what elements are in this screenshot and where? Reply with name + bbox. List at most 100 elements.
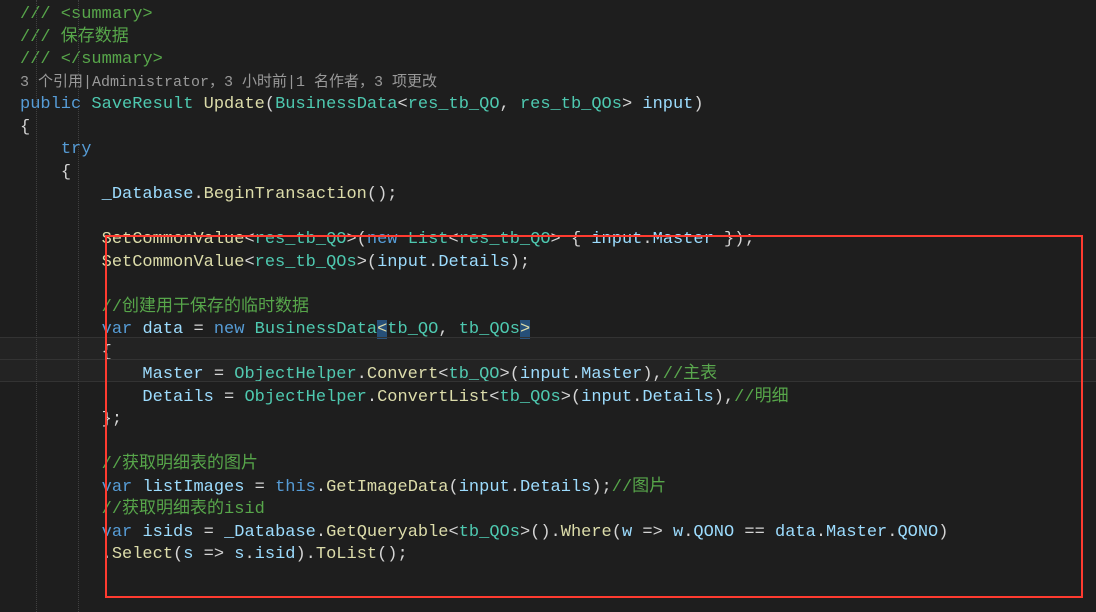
code-token: . <box>816 523 826 542</box>
code-line[interactable]: public SaveResult Update(BusinessData<re… <box>20 94 1096 117</box>
code-token <box>204 365 214 384</box>
code-token: }); <box>714 230 755 249</box>
code-token: _Database <box>224 523 316 542</box>
code-line[interactable]: _Database.BeginTransaction(); <box>20 184 1096 207</box>
code-line[interactable]: Details = ObjectHelper.ConvertList<tb_QO… <box>20 387 1096 410</box>
code-token: //明细 <box>734 388 788 407</box>
code-token: isid <box>255 545 296 564</box>
code-token: . <box>102 545 112 564</box>
code-token: , <box>438 320 458 339</box>
code-token: { <box>61 163 71 182</box>
code-line[interactable]: { <box>20 342 1096 365</box>
code-line[interactable]: }; <box>20 409 1096 432</box>
code-token: Details <box>520 478 591 497</box>
code-line[interactable]: { <box>20 117 1096 140</box>
code-token: >( <box>346 230 366 249</box>
code-line[interactable] <box>20 274 1096 297</box>
code-token: < <box>377 320 387 339</box>
code-token: Select <box>112 545 173 564</box>
code-token: BeginTransaction <box>204 185 367 204</box>
code-token: res_tb_QO <box>255 230 347 249</box>
code-token: < <box>244 253 254 272</box>
code-token <box>20 523 102 542</box>
code-token <box>132 523 142 542</box>
code-token: input <box>591 230 642 249</box>
code-line[interactable]: //获取明细表的isid <box>20 499 1096 522</box>
code-token <box>224 365 234 384</box>
code-token <box>265 478 275 497</box>
code-token: w <box>673 523 683 542</box>
code-line[interactable] <box>20 207 1096 230</box>
code-line[interactable]: //创建用于保存的临时数据 <box>20 297 1096 320</box>
code-line[interactable]: .Select(s => s.isid).ToList(); <box>20 544 1096 567</box>
code-token: . <box>571 365 581 384</box>
code-token <box>193 523 203 542</box>
code-token: ); <box>510 253 530 272</box>
code-token: SetCommonValue <box>102 253 245 272</box>
code-token: = <box>224 388 234 407</box>
code-token <box>193 95 203 114</box>
code-token: => <box>204 545 224 564</box>
code-token: var <box>102 478 133 497</box>
code-token: . <box>428 253 438 272</box>
code-token: < <box>449 523 459 542</box>
code-token: //图片 <box>612 478 666 497</box>
code-token: ConvertList <box>377 388 489 407</box>
code-line[interactable]: /// </summary> <box>20 49 1096 72</box>
code-line[interactable] <box>20 432 1096 455</box>
code-token <box>81 95 91 114</box>
code-token: public <box>20 95 81 114</box>
code-token: Master <box>826 523 887 542</box>
code-line[interactable]: Master = ObjectHelper.Convert<tb_QO>(inp… <box>20 364 1096 387</box>
code-line[interactable]: /// <summary> <box>20 4 1096 27</box>
code-token: GetImageData <box>326 478 448 497</box>
code-token: = <box>193 320 203 339</box>
code-editor[interactable]: /// <summary> /// 保存数据/// </summary> 3 个引用… <box>0 0 1096 612</box>
code-token: data <box>142 320 183 339</box>
code-token: w <box>622 523 632 542</box>
code-token <box>20 230 102 249</box>
code-line[interactable] <box>20 567 1096 590</box>
code-token: ( <box>449 478 459 497</box>
code-line[interactable]: try <box>20 139 1096 162</box>
code-line[interactable]: var listImages = this.GetImageData(input… <box>20 477 1096 500</box>
code-line[interactable]: var data = new BusinessData<tb_QO, tb_QO… <box>20 319 1096 342</box>
code-token: < <box>438 365 448 384</box>
codelens[interactable]: 3 个引用|Administrator，3 小时前|1 名作者，3 项更改 <box>20 72 1096 95</box>
code-token <box>20 298 102 317</box>
code-line[interactable]: SetCommonValue<res_tb_QOs>(input.Details… <box>20 252 1096 275</box>
code-token: Details <box>142 388 213 407</box>
code-token: /// <summary> <box>20 5 153 24</box>
code-line[interactable]: SetCommonValue<res_tb_QO>(new List<res_t… <box>20 229 1096 252</box>
code-token: , <box>500 95 520 114</box>
code-token <box>20 388 142 407</box>
code-token: > { <box>551 230 592 249</box>
code-token <box>183 320 193 339</box>
code-token <box>214 523 224 542</box>
code-line[interactable]: //获取明细表的图片 <box>20 454 1096 477</box>
code-token: }; <box>102 410 122 429</box>
code-token: { <box>20 118 30 137</box>
code-token <box>398 230 408 249</box>
code-token: res_tb_QOs <box>255 253 357 272</box>
code-token <box>765 523 775 542</box>
code-token: Where <box>561 523 612 542</box>
code-token: = <box>204 523 214 542</box>
code-token <box>234 388 244 407</box>
code-line[interactable]: { <box>20 162 1096 185</box>
code-token: res_tb_QOs <box>520 95 622 114</box>
code-token: /// </summary> <box>20 50 163 69</box>
code-token: { <box>102 343 112 362</box>
code-line[interactable]: /// 保存数据 <box>20 27 1096 50</box>
code-token: >(). <box>520 523 561 542</box>
code-token <box>20 163 61 182</box>
code-token: . <box>683 523 693 542</box>
code-token: ( <box>173 545 183 564</box>
code-token: . <box>244 545 254 564</box>
code-token: >( <box>357 253 377 272</box>
code-token <box>224 545 234 564</box>
code-token: . <box>193 185 203 204</box>
code-line[interactable]: var isids = _Database.GetQueryable<tb_QO… <box>20 522 1096 545</box>
code-token: data <box>775 523 816 542</box>
code-token: input <box>520 365 571 384</box>
